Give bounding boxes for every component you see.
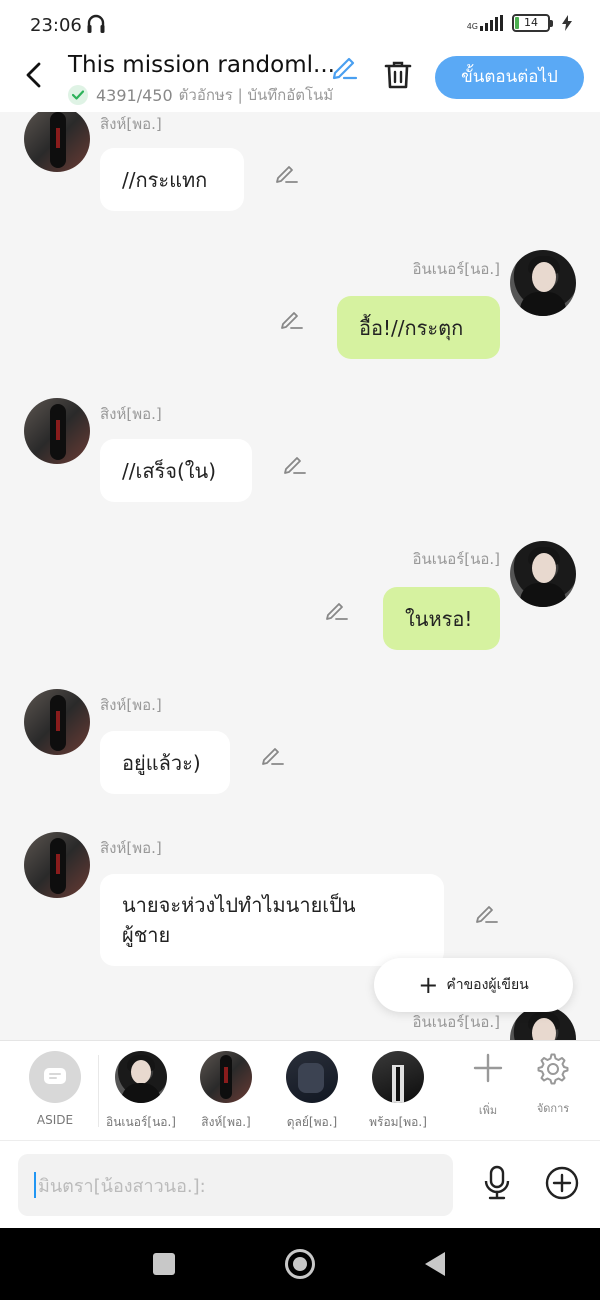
add-narration-button[interactable]: + คำของผู้เขียน — [374, 958, 573, 1012]
avatar[interactable] — [24, 689, 90, 755]
back-icon[interactable] — [22, 62, 46, 88]
pencil-icon[interactable] — [279, 306, 303, 330]
input-bar: มินตรา[น้องสาวนอ.]: — [0, 1140, 600, 1228]
character-name: อินเนอร์[นอ.] — [106, 1115, 176, 1129]
gear-icon — [537, 1053, 569, 1085]
add-label: เพิ่ม — [478, 1104, 498, 1117]
trash-icon[interactable] — [384, 60, 412, 90]
autosave-status: ตัวอักษร | บันทึกอัตโนมั — [178, 86, 334, 104]
manage-label: จัดการ — [536, 1102, 570, 1115]
pencil-icon[interactable] — [274, 160, 298, 184]
avatar[interactable] — [24, 112, 90, 172]
chat-bubble-icon — [29, 1051, 81, 1103]
signal-icon: 4G — [467, 15, 504, 31]
divider — [98, 1055, 99, 1127]
plus-icon: + — [418, 971, 439, 999]
manage-button[interactable]: จัดการ — [523, 1053, 583, 1117]
battery-icon: 14 — [512, 14, 553, 32]
avatar — [200, 1051, 252, 1103]
avatar[interactable] — [24, 398, 90, 464]
add-character-button[interactable]: เพิ่ม — [458, 1053, 518, 1119]
edit-icon[interactable] — [330, 53, 358, 81]
message-input[interactable]: มินตรา[น้องสาวนอ.]: — [18, 1154, 453, 1216]
aside-label: ASIDE — [36, 1113, 74, 1127]
status-time: 23:06 — [30, 15, 82, 36]
add-circle-icon[interactable] — [545, 1166, 579, 1200]
recent-apps-button[interactable] — [153, 1253, 175, 1275]
pencil-icon[interactable] — [282, 451, 306, 475]
avatar — [286, 1051, 338, 1103]
character-name: พร้อม[พอ.] — [369, 1115, 427, 1129]
mic-icon[interactable] — [482, 1165, 512, 1201]
character-selector: ASIDE อินเนอร์[นอ.] สิงห์[พอ.] ดุลย์[พอ.… — [0, 1040, 600, 1140]
top-bar: This mission randoml... 4391/450 ตัวอักษ… — [0, 50, 600, 112]
character-option[interactable]: สิงห์[พอ.] — [188, 1051, 264, 1132]
sender-name: สิงห์[พอ.] — [100, 839, 162, 857]
input-placeholder: มินตรา[น้องสาวนอ.]: — [38, 1175, 206, 1197]
pencil-icon[interactable] — [474, 900, 498, 924]
narration-label: คำของผู้เขียน — [446, 977, 529, 993]
battery-level: 14 — [524, 16, 538, 29]
status-bar: 23:06 4G 14 — [0, 0, 600, 50]
check-icon — [68, 85, 88, 105]
avatar — [372, 1051, 424, 1103]
headset-icon — [87, 14, 105, 33]
message-bubble[interactable]: นายจะห่วงไปทำไมนายเป็น ผู้ชาย — [100, 874, 444, 966]
message-bubble[interactable]: ในหรอ! — [383, 587, 500, 650]
system-nav-bar — [0, 1228, 600, 1300]
sender-name: อินเนอร์[นอ.] — [412, 550, 500, 568]
system-back-button[interactable] — [425, 1252, 445, 1276]
aside-button[interactable]: ASIDE — [17, 1051, 93, 1127]
chat-area: สิงห์[พอ.] //กระแทก อินเนอร์[นอ.] อื้อ!/… — [0, 112, 600, 1040]
message-line: นายจะห่วงไปทำไมนายเป็น — [122, 893, 356, 917]
message-line: ผู้ชาย — [122, 923, 171, 947]
sender-name: สิงห์[พอ.] — [100, 405, 162, 423]
sender-name: อินเนอร์[นอ.] — [412, 260, 500, 278]
message-bubble[interactable]: //กระแทก — [100, 148, 244, 211]
sender-name: สิงห์[พอ.] — [100, 696, 162, 714]
pencil-icon[interactable] — [324, 597, 348, 621]
charging-icon — [562, 15, 572, 31]
network-type: 4G — [466, 22, 478, 31]
character-name: สิงห์[พอ.] — [201, 1115, 251, 1129]
avatar[interactable] — [510, 250, 576, 316]
story-title: This mission randoml... — [68, 52, 335, 78]
message-bubble[interactable]: //เสร็จ(ใน) — [100, 439, 252, 502]
message-bubble[interactable]: อื้อ!//กระตุก — [337, 296, 500, 359]
character-name: ดุลย์[พอ.] — [286, 1115, 338, 1129]
message-bubble[interactable]: อยู่แล้วะ) — [100, 731, 230, 794]
word-count-line: 4391/450 ตัวอักษร | บันทึกอัตโนมั — [68, 83, 333, 107]
avatar — [115, 1051, 167, 1103]
pencil-icon[interactable] — [260, 742, 284, 766]
character-option[interactable]: ดุลย์[พอ.] — [274, 1051, 350, 1132]
sender-name: อินเนอร์[นอ.] — [412, 1013, 500, 1031]
character-option[interactable]: อินเนอร์[นอ.] — [103, 1051, 179, 1132]
character-count: 4391/450 — [96, 85, 173, 105]
home-button[interactable] — [285, 1249, 315, 1279]
avatar[interactable] — [24, 832, 90, 898]
text-cursor — [34, 1172, 36, 1198]
sender-name: สิงห์[พอ.] — [100, 115, 162, 133]
plus-icon — [473, 1053, 503, 1083]
avatar[interactable] — [510, 541, 576, 607]
next-step-button[interactable]: ขั้นตอนต่อไป — [435, 56, 584, 99]
character-option[interactable]: พร้อม[พอ.] — [360, 1051, 436, 1132]
